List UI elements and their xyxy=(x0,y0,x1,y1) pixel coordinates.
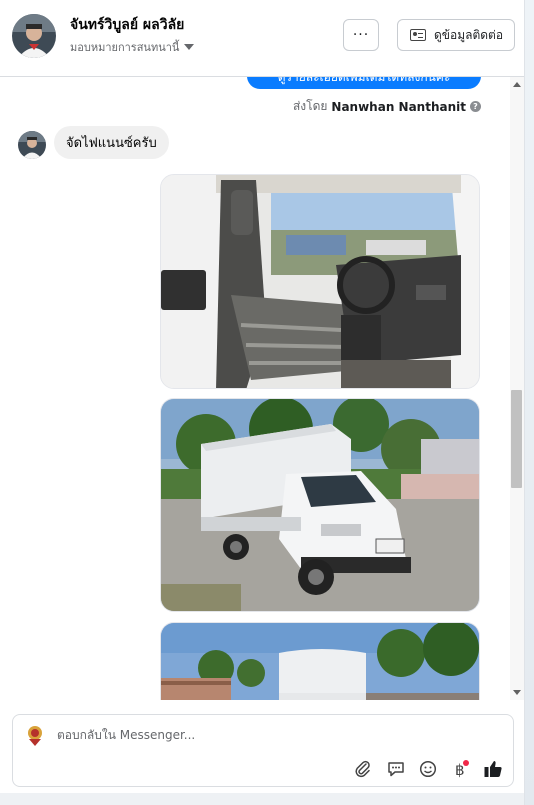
reply-composer: ฿ xyxy=(12,714,514,787)
paperclip-icon[interactable] xyxy=(353,759,373,779)
emoji-icon[interactable] xyxy=(418,759,438,779)
reply-input[interactable] xyxy=(57,728,457,742)
sender-avatar xyxy=(18,131,46,159)
help-icon[interactable]: ? xyxy=(470,101,481,112)
sent-message-text: ดูรายละเอียดเพิ่มเติมได้ที่ลิงก์นี้ค่ะ xyxy=(277,77,451,84)
scroll-down-icon[interactable] xyxy=(513,690,521,695)
message-thread[interactable]: ดูรายละเอียดเพิ่มเติมได้ที่ลิงก์นี้ค่ะ ส… xyxy=(0,77,510,700)
more-options-button[interactable]: ··· xyxy=(343,19,379,51)
baht-icon[interactable]: ฿ xyxy=(450,759,470,779)
conversation-header: จันทร์วิบูลย์ ผลวิลัย มอบหมายการสนทนานี้… xyxy=(0,0,524,77)
white-truck-image xyxy=(161,399,479,611)
received-message-text: จัดไฟแนนซ์ครับ xyxy=(66,136,157,151)
more-icon: ··· xyxy=(352,27,370,43)
received-message-bubble[interactable]: จัดไฟแนนซ์ครับ xyxy=(54,126,169,159)
contact-name[interactable]: จันทร์วิบูลย์ ผลวิลัย xyxy=(70,14,184,36)
window-edge xyxy=(525,0,534,805)
sent-message-bubble[interactable]: ดูรายละเอียดเพิ่มเติมได้ที่ลิงก์นี้ค่ะ xyxy=(247,77,481,89)
view-contact-label: ดูข้อมูลติดต่อ xyxy=(434,27,504,42)
photo-attachment[interactable] xyxy=(160,174,480,389)
truck-interior-image xyxy=(161,175,479,388)
assign-label: มอบหมายการสนทนานี้ xyxy=(70,41,180,54)
photo-attachment[interactable] xyxy=(160,398,480,612)
sent-by-line: ส่งโดย Nanwhan Nanthanit ? xyxy=(293,97,481,116)
scrollbar[interactable] xyxy=(510,77,524,700)
truck-rear-image xyxy=(161,623,479,700)
chat-bubble-icon[interactable] xyxy=(386,759,406,779)
footer-shade xyxy=(0,793,524,805)
photo-attachment[interactable] xyxy=(160,622,480,700)
contact-avatar[interactable] xyxy=(12,14,56,58)
view-contact-button[interactable]: ดูข้อมูลติดต่อ xyxy=(397,19,515,51)
assign-conversation[interactable]: มอบหมายการสนทนานี้ xyxy=(70,38,195,56)
sent-by-prefix: ส่งโดย xyxy=(292,99,328,113)
page-avatar xyxy=(23,723,47,747)
conversation-panel: จันทร์วิบูลย์ ผลวิลัย มอบหมายการสนทนานี้… xyxy=(0,0,525,805)
scrollbar-thumb[interactable] xyxy=(511,390,522,488)
sent-by-name: Nanwhan Nanthanit xyxy=(331,99,466,114)
caret-down-icon xyxy=(184,44,195,50)
scroll-up-icon[interactable] xyxy=(513,82,521,87)
thumbs-up-icon[interactable] xyxy=(483,759,503,779)
contact-card-icon xyxy=(410,29,426,41)
